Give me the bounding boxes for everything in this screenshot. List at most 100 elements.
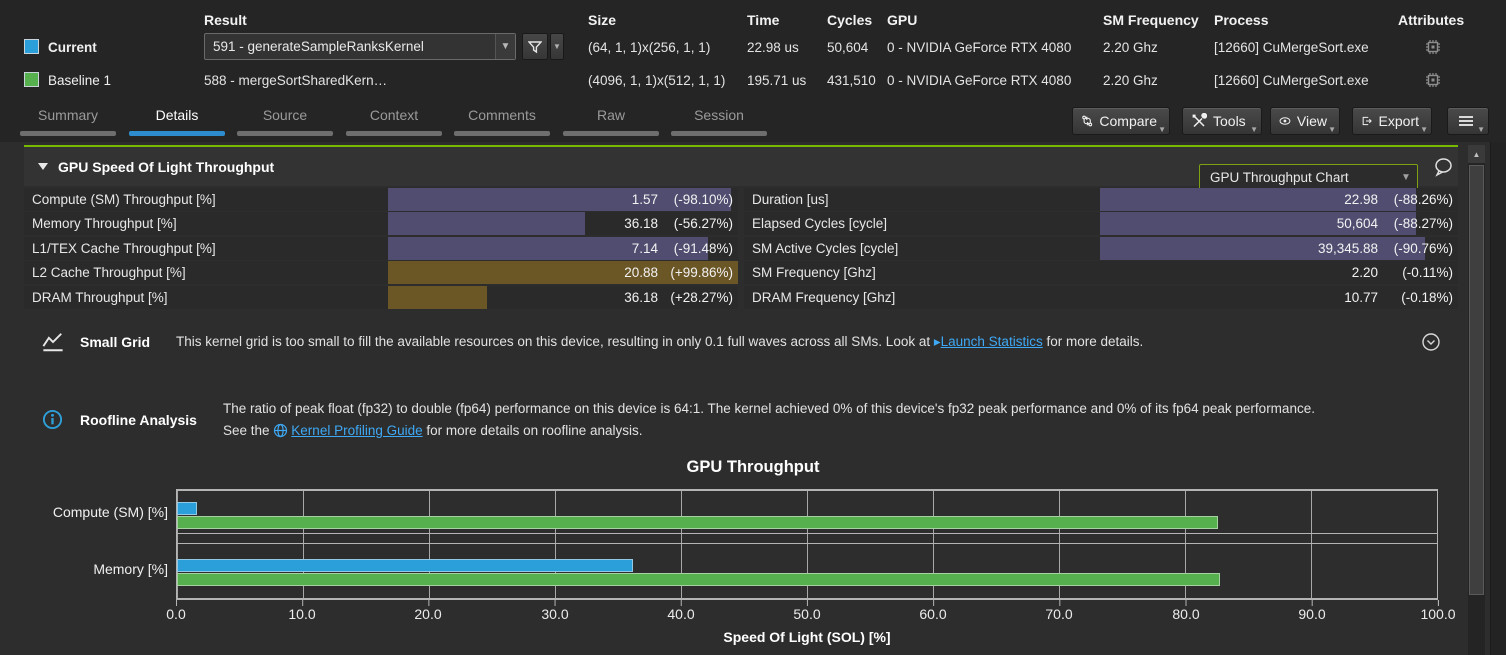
metric-delta: (-0.18%) [1378, 290, 1458, 305]
x-axis-label: Speed Of Light (SOL) [%] [176, 629, 1438, 645]
tab-comments[interactable]: Comments [454, 100, 550, 142]
tab-label: Summary [20, 107, 116, 123]
export-icon [1361, 113, 1373, 129]
metric-value: 1.57 [632, 192, 658, 207]
table-row: L2 Cache Throughput [%] 20.88(+99.86%) [24, 261, 738, 284]
chart-selector-value: GPU Throughput Chart [1200, 170, 1395, 185]
metric-delta: (-88.26%) [1378, 192, 1458, 207]
vertical-scrollbar-thumb[interactable] [1469, 165, 1484, 595]
metric-value-cell: 39,345.88(-90.76%) [1100, 237, 1458, 260]
export-button[interactable]: Export ▼ [1352, 107, 1432, 135]
tab-label: Raw [563, 107, 659, 123]
small-grid-title: Small Grid [80, 334, 150, 350]
tab-label: Source [237, 107, 333, 123]
nsight-compute-window: Result Size Time Cycles GPU SM Frequency… [0, 0, 1506, 655]
chart-selector-dropdown[interactable]: GPU Throughput Chart ▼ [1199, 164, 1418, 190]
metric-delta: (+28.27%) [658, 290, 738, 305]
roofline-title: Roofline Analysis [80, 412, 197, 428]
tab-context[interactable]: Context [346, 100, 442, 142]
result-dropdown-value: 591 - generateSampleRanksKernel [205, 39, 495, 54]
tab-underline [346, 131, 442, 136]
metric-label: Duration [us] [752, 188, 829, 211]
compare-button[interactable]: Compare ▼ [1072, 107, 1170, 135]
metric-label: L1/TEX Cache Throughput [%] [32, 237, 216, 260]
current-size: (64, 1, 1)x(256, 1, 1) [588, 40, 710, 55]
x-tick-label: 70.0 [1029, 606, 1089, 622]
chevron-down-icon: ▼ [1420, 125, 1428, 134]
table-row: SM Active Cycles [cycle] 39,345.88(-90.7… [744, 237, 1458, 260]
tab-label: Session [671, 107, 767, 123]
baseline-color-swatch[interactable] [24, 72, 39, 87]
column-header-time: Time [747, 12, 779, 28]
table-row: Duration [us] 22.98(-88.26%) [744, 188, 1458, 211]
chevron-down-icon: ▼ [1158, 125, 1166, 134]
comment-bubble-icon[interactable] [1432, 156, 1455, 178]
current-bar [177, 559, 633, 572]
metric-label: DRAM Throughput [%] [32, 286, 168, 309]
column-header-result: Result [204, 12, 247, 28]
metric-label: Elapsed Cycles [cycle] [752, 212, 887, 235]
funnel-icon [528, 40, 542, 54]
x-tick-label: 30.0 [525, 606, 585, 622]
metric-label: Compute (SM) Throughput [%] [32, 188, 216, 211]
column-header-size: Size [588, 12, 616, 28]
table-row: Elapsed Cycles [cycle] 50,604(-88.27%) [744, 212, 1458, 235]
x-tick-label: 100.0 [1408, 606, 1468, 622]
chevron-down-icon: ▼ [1395, 172, 1417, 183]
tab-summary[interactable]: Summary [20, 100, 116, 142]
tab-bar: Summary Details Source Context Comments … [0, 100, 1506, 142]
current-bar [177, 502, 197, 515]
table-row: DRAM Frequency [Ghz] 10.77(-0.18%) [744, 286, 1458, 309]
metric-value-cell: 1.57(-98.10%) [388, 188, 738, 211]
metric-label: SM Active Cycles [cycle] [752, 237, 898, 260]
result-header-area: Result Size Time Cycles GPU SM Frequency… [0, 0, 1506, 100]
table-row: Compute (SM) Throughput [%] 1.57(-98.10%… [24, 188, 738, 211]
current-process: [12660] CuMergeSort.exe [1214, 40, 1369, 55]
metric-value: 2.20 [1352, 265, 1378, 280]
result-dropdown[interactable]: 591 - generateSampleRanksKernel ▼ [204, 33, 516, 60]
collapse-triangle-icon[interactable] [38, 163, 48, 170]
tab-source[interactable]: Source [237, 100, 333, 142]
tab-label: Context [346, 107, 442, 123]
kernel-profiling-guide-link[interactable]: Kernel Profiling Guide [291, 423, 422, 438]
delta-bar [388, 286, 487, 309]
panel-right-edge [1490, 142, 1506, 655]
tab-details[interactable]: Details [129, 100, 225, 142]
chevron-down-icon: ▼ [1477, 125, 1485, 134]
delta-bar [388, 212, 585, 235]
metric-value-cell: 7.14(-91.48%) [388, 237, 738, 260]
baseline-bar [177, 573, 1220, 586]
chevron-down-icon[interactable]: ▼ [495, 34, 515, 59]
column-header-attributes: Attributes [1398, 12, 1464, 28]
baseline-gpu: 0 - NVIDIA GeForce RTX 4080 [887, 73, 1071, 88]
result-filter-menu-button[interactable]: ▼ [550, 33, 564, 60]
view-button[interactable]: View ▼ [1270, 107, 1340, 135]
metric-value-cell: 22.98(-88.26%) [1100, 188, 1458, 211]
launch-statistics-link[interactable]: Launch Statistics [941, 334, 1043, 349]
metric-delta: (-90.76%) [1378, 241, 1458, 256]
table-row: SM Frequency [Ghz] 2.20(-0.11%) [744, 261, 1458, 284]
scrollbar-up-arrow[interactable]: ▲ [1468, 145, 1485, 163]
chevron-down-icon: ▼ [1250, 125, 1258, 134]
tab-underline [454, 131, 550, 136]
baseline-time: 195.71 us [747, 73, 806, 88]
baseline-result: 588 - mergeSortSharedKern… [204, 73, 387, 88]
result-filter-button[interactable] [522, 33, 548, 60]
metric-value: 20.88 [624, 265, 658, 280]
notice-text: See the [223, 423, 273, 438]
notice-text: This kernel grid is too small to fill th… [176, 334, 934, 349]
tab-raw[interactable]: Raw [563, 100, 659, 142]
metric-value-cell: 36.18(+28.27%) [388, 286, 738, 309]
menu-button[interactable]: ▼ [1447, 107, 1489, 135]
tab-session[interactable]: Session [671, 100, 767, 142]
tools-button-label: Tools [1213, 113, 1246, 129]
column-header-sm-frequency: SM Frequency [1103, 12, 1199, 28]
collapse-notice-button[interactable] [1419, 330, 1443, 354]
metric-delta: (+99.86%) [658, 265, 738, 280]
current-color-swatch[interactable] [24, 39, 39, 54]
column-header-gpu: GPU [887, 12, 917, 28]
x-tick-label: 40.0 [651, 606, 711, 622]
metric-label: SM Frequency [Ghz] [752, 261, 876, 284]
metric-delta: (-0.11%) [1378, 265, 1458, 280]
tools-button[interactable]: Tools ▼ [1182, 107, 1262, 135]
